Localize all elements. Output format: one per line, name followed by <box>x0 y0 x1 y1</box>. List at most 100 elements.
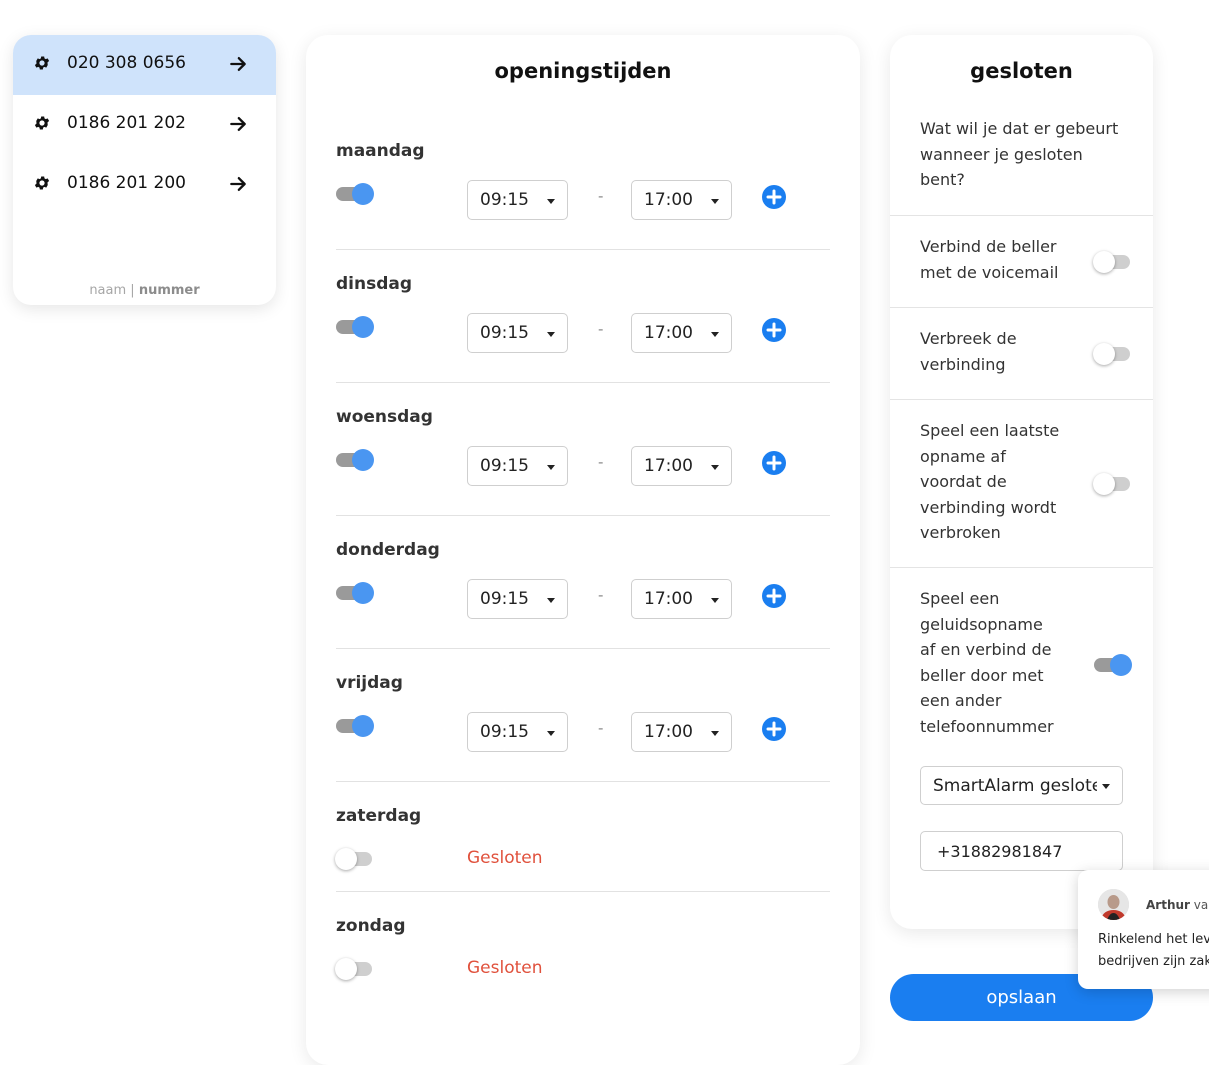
text-line: verbroken <box>920 523 1001 542</box>
add-time-slot-icon[interactable] <box>762 185 786 209</box>
range-separator: - <box>598 453 604 471</box>
day-open-toggle[interactable] <box>335 846 374 872</box>
divider <box>336 249 830 250</box>
text-line: Verbreek de <box>920 329 1017 348</box>
text-line: verbinding wordt <box>920 497 1057 517</box>
day-label: donderdag <box>336 540 440 560</box>
option-disconnect-toggle[interactable] <box>1093 341 1132 367</box>
from-time-select[interactable]: 09:15 <box>467 313 568 353</box>
from-time-select[interactable]: 09:15 <box>467 712 568 752</box>
day-open-toggle[interactable] <box>336 713 374 739</box>
text-line: bent? <box>920 170 965 189</box>
to-time-select[interactable]: 17:00 <box>631 579 732 619</box>
text-line: geluidsopname <box>920 614 1043 634</box>
option-forward-toggle[interactable] <box>1094 652 1132 678</box>
text-line: met de voicemail <box>920 262 1059 282</box>
text-line: bedrijven zijn zake <box>1098 954 1209 969</box>
number-label: 020 308 0656 <box>67 53 186 73</box>
add-time-slot-icon[interactable] <box>762 717 786 741</box>
option-voicemail-toggle[interactable] <box>1093 249 1132 275</box>
text-line: een ander <box>920 691 1002 710</box>
text-line: wanneer je gesloten <box>920 144 1083 164</box>
range-separator: - <box>598 586 604 604</box>
day-open-toggle[interactable] <box>335 956 374 982</box>
option-play-recording-toggle[interactable] <box>1093 471 1132 497</box>
from-time-select[interactable]: 09:15 <box>467 446 568 486</box>
chat-popup[interactable]: Arthur van Rinkelend het leve bedrijven … <box>1078 870 1209 989</box>
text-line: Speel een <box>920 589 1000 608</box>
arrow-right-icon[interactable] <box>228 174 248 194</box>
to-time-select[interactable]: 17:00 <box>631 446 732 486</box>
to-time-value: 17:00 <box>644 456 693 476</box>
divider <box>336 781 830 782</box>
from-time-value: 09:15 <box>480 323 529 343</box>
gear-icon[interactable] <box>33 174 51 192</box>
day-open-toggle[interactable] <box>336 314 374 340</box>
caret-down-icon <box>711 199 719 204</box>
text-line: Wat wil je dat er gebeurt <box>920 119 1119 138</box>
recording-select[interactable]: SmartAlarm gesloten <box>920 766 1123 805</box>
opening-hours-card: openingstijden maandag 09:15 - 17:00 din… <box>306 35 860 1065</box>
opening-hours-title: openingstijden <box>494 59 672 83</box>
text-line: beller door met <box>920 665 1044 685</box>
from-time-value: 09:15 <box>480 190 529 210</box>
sort-by-name[interactable]: naam <box>89 283 126 298</box>
divider <box>336 891 830 892</box>
chat-agent-name: Arthur van <box>1146 898 1209 912</box>
from-time-value: 09:15 <box>480 589 529 609</box>
gear-icon[interactable] <box>33 54 51 72</box>
caret-down-icon <box>711 598 719 603</box>
day-label: zaterdag <box>336 806 422 826</box>
number-item[interactable]: 020 308 0656 <box>13 35 276 95</box>
agent-name: Arthur <box>1146 898 1190 912</box>
range-separator: - <box>598 187 604 205</box>
add-time-slot-icon[interactable] <box>762 318 786 342</box>
divider <box>890 307 1153 308</box>
closed-status: Gesloten <box>467 848 543 868</box>
day-open-toggle[interactable] <box>336 181 374 207</box>
text-line: af en verbind de <box>920 640 1052 659</box>
text-line: Speel een laatste <box>920 421 1060 440</box>
arrow-right-icon[interactable] <box>228 114 248 134</box>
divider <box>336 515 830 516</box>
text-line: telefoonnummer <box>920 716 1054 736</box>
divider <box>890 399 1153 400</box>
to-time-select[interactable]: 17:00 <box>631 313 732 353</box>
from-time-select[interactable]: 09:15 <box>467 180 568 220</box>
forward-phone-input[interactable] <box>920 831 1123 871</box>
to-time-value: 17:00 <box>644 190 693 210</box>
to-time-select[interactable]: 17:00 <box>631 180 732 220</box>
text-line: opname af <box>920 446 1006 466</box>
sort-by-number[interactable]: nummer <box>139 283 200 298</box>
add-time-slot-icon[interactable] <box>762 584 786 608</box>
range-separator: - <box>598 320 604 338</box>
recording-select-value: SmartAlarm gesloten <box>933 776 1097 796</box>
range-separator: - <box>598 719 604 737</box>
caret-down-icon <box>711 731 719 736</box>
to-time-select[interactable]: 17:00 <box>631 712 732 752</box>
sort-control: naam | nummer <box>13 283 276 298</box>
avatar <box>1098 889 1129 920</box>
text-line: Verbind de beller <box>920 237 1057 256</box>
agent-suffix: van <box>1193 898 1209 912</box>
arrow-right-icon[interactable] <box>228 54 248 74</box>
number-label: 0186 201 202 <box>67 113 186 133</box>
option-voicemail-label: Verbind de beller met de voicemail <box>920 234 1059 285</box>
day-open-toggle[interactable] <box>336 447 374 473</box>
caret-down-icon <box>711 465 719 470</box>
option-forward-label: Speel een geluidsopname af en verbind de… <box>920 586 1054 739</box>
from-time-select[interactable]: 09:15 <box>467 579 568 619</box>
number-item[interactable]: 0186 201 202 <box>13 95 276 155</box>
day-open-toggle[interactable] <box>336 580 374 606</box>
text-line: voordat de <box>920 472 1007 491</box>
to-time-value: 17:00 <box>644 589 693 609</box>
gear-icon[interactable] <box>33 114 51 132</box>
caret-down-icon <box>547 731 555 736</box>
day-label: maandag <box>336 141 425 161</box>
add-time-slot-icon[interactable] <box>762 451 786 475</box>
number-item[interactable]: 0186 201 200 <box>13 155 276 215</box>
caret-down-icon <box>1102 784 1110 789</box>
phone-number-list: 020 308 0656 0186 201 202 0186 201 200 n… <box>13 35 276 305</box>
number-label: 0186 201 200 <box>67 173 186 193</box>
day-label: woensdag <box>336 407 433 427</box>
